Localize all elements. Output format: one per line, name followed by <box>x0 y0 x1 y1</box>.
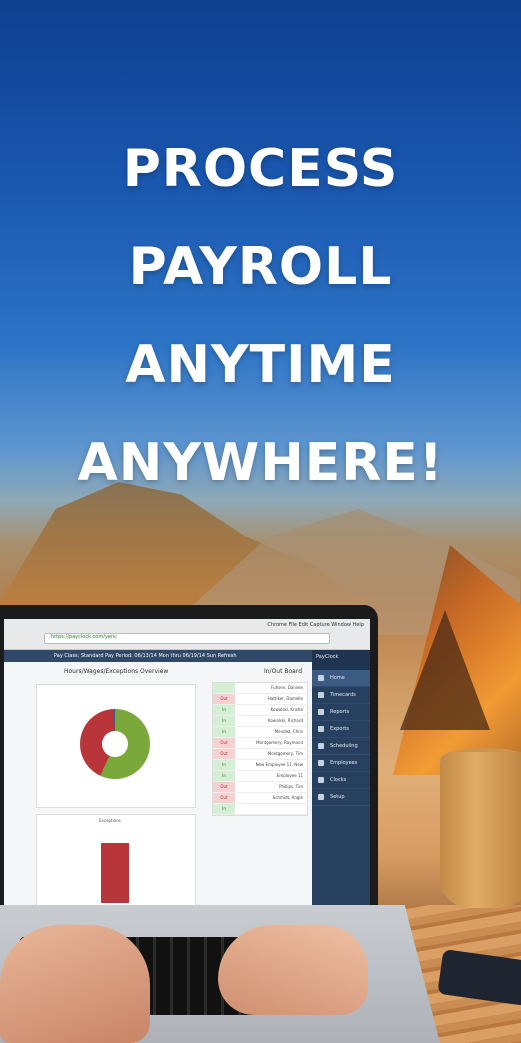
table-row: Out Schmidt, Angie <box>213 793 307 804</box>
headline-line-3: ANYTIME <box>125 335 396 395</box>
in-out-board-title: In/Out Board <box>263 668 302 675</box>
employee-name: Kowalski, Kristie <box>270 707 303 712</box>
status-badge: In <box>213 771 235 781</box>
status-badge: In <box>213 804 235 814</box>
app-topbar: Pay Class: Standard Pay Period: 06/13/14… <box>4 650 312 662</box>
url-bar[interactable]: https://payclock.com/yenc <box>44 633 330 644</box>
employee-name: Employee 11 <box>276 773 303 778</box>
table-row: In <box>213 804 307 815</box>
os-menubar: Chrome File Edit Capture Window Help <box>267 622 364 628</box>
table-row: In New Employee 11, New <box>213 760 307 771</box>
employee-name: New Employee 11, New <box>255 762 303 767</box>
sidebar-item-label: Home <box>330 675 345 681</box>
sidebar-item-label: Reports <box>330 709 350 715</box>
headline: PROCESS PAYROLL ANYTIME ANYWHERE! <box>0 120 521 512</box>
status-badge: Out <box>213 738 235 748</box>
left-hand <box>0 925 150 1043</box>
people-icon <box>318 760 324 766</box>
table-row: In Kowalski, Kristie <box>213 705 307 716</box>
hours-by-pay-code-chart <box>36 684 196 808</box>
poster: PROCESS PAYROLL ANYTIME ANYWHERE! Chrome… <box>0 0 521 1043</box>
employee-name: Phillips, Tim <box>279 784 303 789</box>
table-row: Out Montgomery, Tim <box>213 749 307 760</box>
sidebar-item-timecards[interactable]: Timecards <box>312 687 370 704</box>
exceptions-chart: Exceptions <box>36 814 196 910</box>
status-badge: Out <box>213 782 235 792</box>
table-row: Out Phillips, Tim <box>213 782 307 793</box>
sidebar-item-home[interactable]: Home <box>312 670 370 687</box>
sidebar-item-label: Setup <box>330 794 345 800</box>
sidebar-item-label: Scheduling <box>330 743 358 749</box>
sidebar-item-setup[interactable]: Setup <box>312 789 370 806</box>
employee-name: Kowalski, Richard <box>268 718 303 723</box>
exceptions-title: Exceptions <box>99 818 121 823</box>
table-row: Out Hattiker, Damelle <box>213 694 307 705</box>
sidebar-item-reports[interactable]: Reports <box>312 704 370 721</box>
status-badge: Out <box>213 793 235 803</box>
home-icon <box>318 675 324 681</box>
headline-line-2: PAYROLL <box>128 237 393 297</box>
sidebar-item-clocks[interactable]: Clocks <box>312 772 370 789</box>
tools-icon <box>318 794 324 800</box>
sidebar-item-label: Exports <box>330 726 349 732</box>
status-badge: Out <box>213 694 235 704</box>
in-out-board: Fuhsen, Daniele Out Hattiker, Damelle In K… <box>212 682 308 816</box>
table-row: In Kowalski, Richard <box>213 716 307 727</box>
laptop-screen: Chrome File Edit Capture Window Help htt… <box>4 619 370 919</box>
calendar-icon <box>318 743 324 749</box>
status-badge <box>213 683 235 693</box>
coffee-mug <box>440 752 521 908</box>
sidebar-item-employees[interactable]: Employees <box>312 755 370 772</box>
donut-chart <box>80 709 150 779</box>
table-row: Out Montgomery, Raymond <box>213 738 307 749</box>
employee-name: Montgomery, Tim <box>267 751 303 756</box>
export-icon <box>318 726 324 732</box>
sidebar-item-exports[interactable]: Exports <box>312 721 370 738</box>
employee-name: Montgomery, Raymond <box>256 740 303 745</box>
sidebar-item-scheduling[interactable]: Scheduling <box>312 738 370 755</box>
donut-hole <box>102 731 128 757</box>
headline-line-4: ANYWHERE! <box>77 433 444 493</box>
table-row: In Employee 11 <box>213 771 307 782</box>
status-badge: In <box>213 727 235 737</box>
headline-line-1: PROCESS <box>122 139 399 199</box>
employee-name: Fuhsen, Daniele <box>271 685 303 690</box>
dashboard-content: In/Out Board Hours/Wages/Exceptions Over… <box>4 662 312 919</box>
employee-name: Mendez, Chris <box>274 729 303 734</box>
status-badge: In <box>213 705 235 715</box>
status-badge: Out <box>213 749 235 759</box>
laptop: Chrome File Edit Capture Window Help htt… <box>0 605 378 935</box>
app-sidebar: PayClock Home Timecards Reports Exports … <box>312 650 370 919</box>
report-icon <box>318 709 324 715</box>
browser-bar: Chrome File Edit Capture Window Help htt… <box>4 619 370 650</box>
sidebar-item-label: Timecards <box>330 692 356 698</box>
employee-name: Schmidt, Angie <box>272 795 303 800</box>
timecard-icon <box>318 692 324 698</box>
overview-title: Hours/Wages/Exceptions Overview <box>64 668 169 675</box>
payclock-logo: PayClock <box>312 650 370 670</box>
payclock-app: PayClock Home Timecards Reports Exports … <box>4 650 370 919</box>
status-badge: In <box>213 716 235 726</box>
table-row: Fuhsen, Daniele <box>213 683 307 694</box>
table-row: In Mendez, Chris <box>213 727 307 738</box>
exceptions-bar <box>101 843 129 903</box>
status-badge: In <box>213 760 235 770</box>
clock-icon <box>318 777 324 783</box>
sidebar-item-label: Employees <box>330 760 358 766</box>
employee-name: Hattiker, Damelle <box>267 696 303 701</box>
right-hand <box>218 925 368 1015</box>
sidebar-item-label: Clocks <box>330 777 347 783</box>
